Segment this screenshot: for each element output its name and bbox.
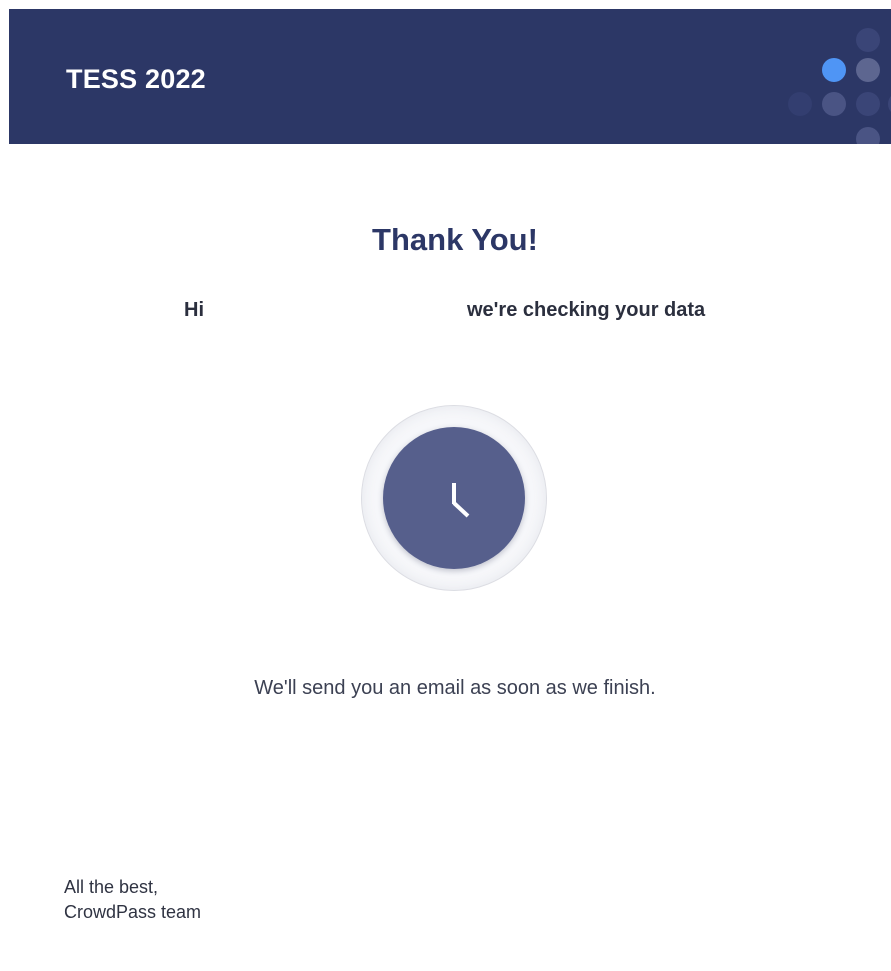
greeting-status: we're checking your data: [467, 299, 706, 321]
signoff-line: All the best,: [64, 877, 159, 897]
page-title: Thank You!: [372, 222, 538, 257]
greeting-hi: Hi: [184, 299, 204, 321]
header-banner: TESS 2022: [9, 9, 891, 144]
signoff: All the best, CrowdPass team: [64, 875, 201, 925]
email-notice: We'll send you an email as soon as we fi…: [254, 677, 656, 699]
accent-dot: [822, 58, 846, 82]
clock-icon: [383, 427, 525, 569]
decorative-dots-icon: [788, 28, 891, 144]
team-signature: CrowdPass team: [64, 902, 202, 922]
status-indicator: [361, 405, 549, 593]
